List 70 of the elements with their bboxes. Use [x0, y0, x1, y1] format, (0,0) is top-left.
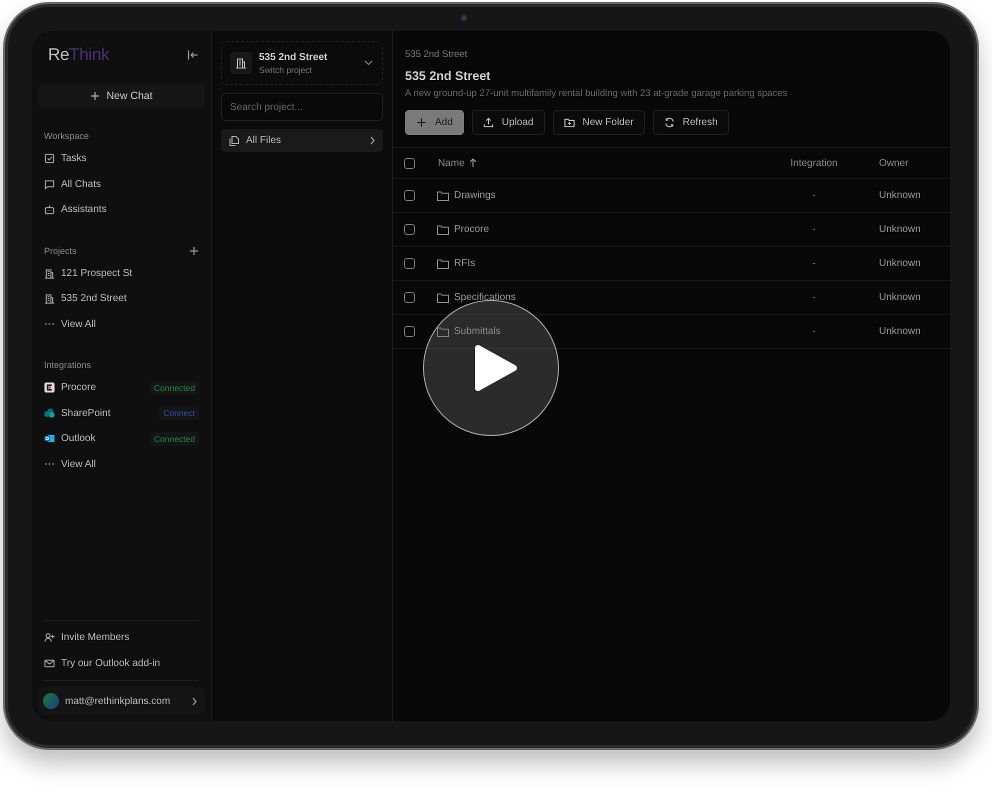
item-label: Procore	[61, 382, 96, 394]
item-label: View All	[61, 318, 96, 330]
table-cell-text: Unknown	[878, 326, 922, 337]
item-label: All Chats	[61, 178, 102, 190]
table-cell-text: Unknown	[878, 224, 922, 235]
table-cell-text: Unknown	[878, 292, 922, 303]
table-row[interactable]: Specifications - Unknown	[393, 281, 950, 315]
project-switcher[interactable]: 535 2nd Street Switch project	[221, 41, 383, 85]
status-badge: Connected	[150, 432, 199, 446]
sidebar-item[interactable]: Procore Connected	[38, 375, 205, 400]
toolbar-button[interactable]: New Folder	[552, 110, 645, 135]
status-badge: Connect	[159, 406, 199, 420]
item-label: 121 Prospect St	[61, 268, 132, 279]
search-field[interactable]: Search project...	[221, 93, 383, 121]
folder-name: Submittals	[454, 326, 501, 337]
project-name: 535 2nd Street	[259, 52, 328, 62]
section-title: Integrations	[44, 360, 92, 370]
user-menu[interactable]: matt@rethinkplans.com	[38, 687, 205, 715]
sidebar-item[interactable]: Tasks	[38, 146, 205, 172]
table-cell-text: -	[811, 190, 817, 201]
sidebar-item[interactable]: 121 Prospect St	[38, 260, 205, 286]
sidebar-item[interactable]: SharePoint Connect	[38, 400, 205, 426]
section-title: Projects	[44, 246, 77, 256]
sidebar-item[interactable]: Assistants	[38, 197, 205, 222]
page-title: 535 2nd Street	[405, 69, 492, 83]
toolbar-button[interactable]: Refresh	[652, 110, 729, 135]
table-cell-text: -	[811, 292, 817, 303]
item-label: SharePoint	[61, 408, 110, 419]
toolbar-button[interactable]: Upload	[472, 110, 544, 135]
folder-nav-item[interactable]: All Files	[221, 129, 383, 152]
item-label: Outlook	[61, 433, 96, 444]
table-cell-text: -	[811, 258, 817, 269]
new-chat-button[interactable]: New Chat	[38, 84, 205, 108]
status-badge: Connected	[150, 380, 199, 395]
user-email: matt@rethinkplans.com	[65, 696, 172, 706]
toolbar-button[interactable]: Add	[405, 110, 464, 135]
item-label: View All	[61, 458, 96, 470]
sidebar-link[interactable]: Invite Members	[44, 625, 199, 650]
sidebar-item[interactable]: Outlook Connected	[38, 426, 205, 452]
project-subtitle: Switch project	[259, 64, 313, 74]
column-header[interactable]: Name	[438, 158, 465, 168]
column-header[interactable]: Integration	[769, 158, 859, 168]
item-label: 535 2nd Street	[61, 293, 127, 304]
item-label: Try our Outlook add-in	[61, 658, 160, 669]
item-label: All Files	[246, 135, 282, 146]
folder-name: Drawings	[454, 190, 496, 201]
item-label: Tasks	[61, 153, 87, 164]
folder-name: Procore	[454, 224, 490, 235]
table-row[interactable]: RFIs - Unknown	[393, 247, 950, 281]
folder-name: RFIs	[454, 258, 476, 269]
sidebar-item[interactable]: 535 2nd Street	[38, 286, 205, 312]
table-cell-text: -	[811, 326, 817, 337]
item-label: Invite Members	[61, 632, 130, 644]
table-cell-text: -	[811, 224, 817, 235]
item-label: Assistants	[61, 204, 107, 216]
table-row[interactable]: Procore - Unknown	[393, 213, 950, 247]
logo: ReThink	[48, 45, 110, 65]
folder-name: Specifications	[454, 292, 516, 303]
column-header[interactable]: Owner	[859, 158, 939, 168]
table-cell-text: Unknown	[878, 190, 922, 201]
sidebar-item[interactable]: All Chats	[38, 172, 205, 197]
table-cell-text: Unknown	[878, 258, 922, 269]
section-title: Workspace	[44, 131, 89, 141]
breadcrumb[interactable]: 535 2nd Street	[405, 49, 468, 60]
sidebar-link[interactable]: Try our Outlook add-in	[44, 650, 199, 676]
sidebar-item[interactable]: View All	[38, 452, 205, 477]
table-row[interactable]: Submittals - Unknown	[393, 315, 950, 349]
table-row[interactable]: Drawings - Unknown	[393, 179, 950, 213]
sidebar-item[interactable]: View All	[38, 312, 205, 337]
project-description: A new ground-up 27-unit multifamily rental building with 23 at-grade garage parking spaces	[405, 88, 788, 99]
